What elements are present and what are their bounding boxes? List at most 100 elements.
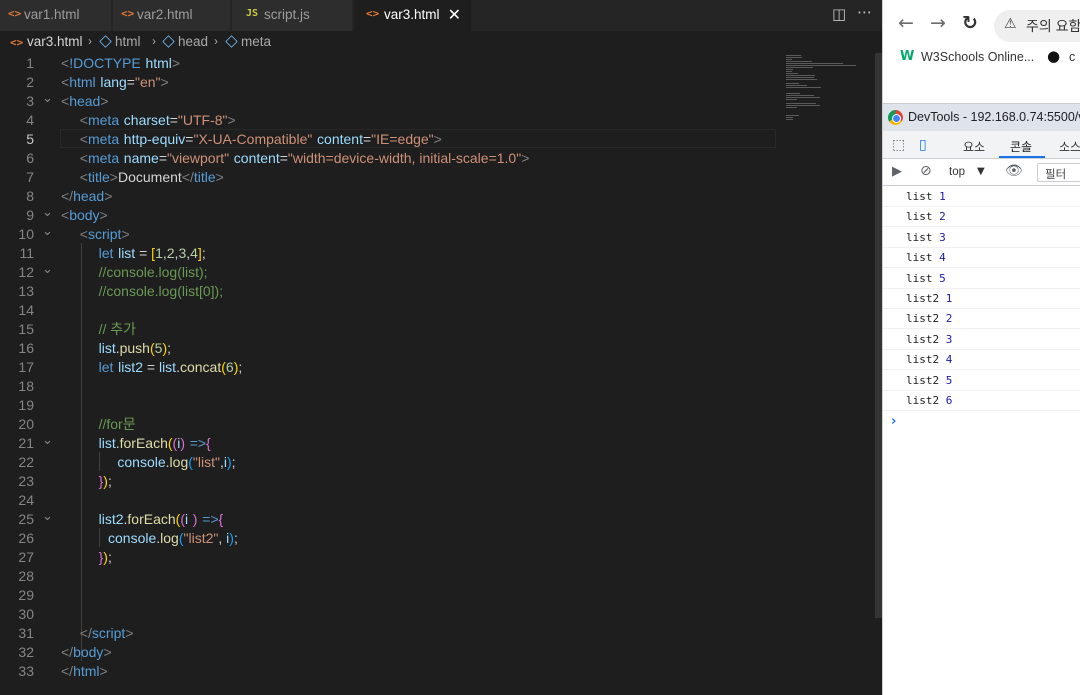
tab-console[interactable]: 콘솔 — [1010, 138, 1032, 155]
code-line[interactable]: 13 //console.log(list[0]); — [0, 282, 782, 301]
code-line[interactable]: 26 console.log("list2", i); — [0, 529, 782, 548]
eye-icon[interactable]: 👁 — [1005, 163, 1023, 179]
code-line[interactable]: 32 </body> — [0, 643, 782, 662]
code-line[interactable]: 4 <meta charset="UTF-8"> — [0, 111, 782, 130]
line-number: 5 — [26, 131, 34, 147]
editor-tab-bar: <> var1.html <> var2.html JS script.js <… — [0, 0, 882, 31]
breadcrumb-meta[interactable]: meta — [225, 34, 271, 49]
code-text: <!DOCTYPE html> — [61, 55, 181, 71]
minimap-line — [786, 75, 815, 76]
code-line[interactable]: 23}); — [0, 472, 782, 491]
minimap-line — [786, 67, 813, 68]
code-line[interactable]: 6 <meta name="viewport" content="width=devi… — [0, 149, 782, 168]
tab-var3-html[interactable]: <> var3.html ✕ — [354, 0, 472, 31]
devtools-panel: DevTools - 192.168.0.74:5500/va ⬚ ▯ 요소 콘… — [883, 103, 1080, 695]
line-number: 33 — [18, 663, 34, 679]
code-line[interactable]: 29 — [0, 586, 782, 605]
forward-arrow-icon[interactable]: → — [930, 12, 946, 34]
code-line[interactable]: 30 — [0, 605, 782, 624]
fold-chevron-icon[interactable]: ⌄ — [42, 221, 53, 240]
code-line[interactable]: 17 let list2 = list.concat(6); — [0, 358, 782, 377]
minimap-line — [786, 99, 797, 100]
code-line[interactable]: 11 let list = [1,2,3,4]; — [0, 244, 782, 263]
console-message: list 5 — [883, 269, 1080, 289]
minimap[interactable] — [782, 53, 877, 695]
html-file-icon: <> — [366, 7, 380, 20]
minimap-line — [786, 55, 801, 56]
breadcrumb-head[interactable]: head — [162, 34, 208, 49]
minimap-line — [786, 79, 817, 80]
code-area[interactable]: 1 <!DOCTYPE html> 2 <html lang="en"> 3 ⌄ <head> 4… — [0, 53, 782, 695]
code-line[interactable]: 24 — [0, 491, 782, 510]
code-line[interactable]: 1 <!DOCTYPE html> — [0, 54, 782, 73]
fold-chevron-icon[interactable]: ⌄ — [42, 202, 53, 221]
split-editor-icon[interactable]: ◫ — [832, 5, 846, 23]
breadcrumb-file[interactable]: <> var3.html — [10, 34, 83, 49]
back-arrow-icon[interactable]: ← — [898, 12, 914, 34]
console-message: list2 4 — [883, 350, 1080, 371]
devtools-titlebar: DevTools - 192.168.0.74:5500/va — [883, 104, 1080, 131]
browser-window: ← → ↻ ⚠ 주의 요함 W W3Schools Online... ● c … — [882, 0, 1080, 695]
clear-console-icon[interactable]: ⊘ — [920, 163, 932, 179]
close-icon[interactable]: ✕ — [448, 5, 461, 24]
inspect-element-icon[interactable]: ⬚ — [892, 137, 905, 153]
console-message: list2 2 — [883, 309, 1080, 330]
console-message-text: list 1 — [906, 190, 946, 203]
line-number: 29 — [18, 587, 34, 603]
code-line[interactable]: 33 </html> — [0, 662, 782, 681]
code-line[interactable]: 7 <title>Document</title> — [0, 168, 782, 187]
code-line[interactable]: 15 // 추가 — [0, 320, 782, 339]
code-line[interactable]: 19 — [0, 396, 782, 415]
code-line[interactable]: 28 — [0, 567, 782, 586]
line-number: 4 — [26, 112, 34, 128]
address-security-text: 주의 요함 — [1026, 18, 1080, 34]
sidebar-toggle-icon[interactable]: ▶ — [892, 164, 902, 179]
code-line[interactable]: 21 ⌄ list.forEach((i) =>{ — [0, 432, 782, 453]
code-line[interactable]: 18 — [0, 377, 782, 396]
code-line[interactable]: 10 ⌄ <script> — [0, 223, 782, 244]
console-message: list2 1 — [883, 289, 1080, 309]
code-line[interactable]: 25 ⌄ list2.forEach((i) =>{ — [0, 508, 782, 529]
code-line[interactable]: 3 ⌄ <head> — [0, 90, 782, 111]
fold-chevron-icon[interactable]: ⌄ — [42, 259, 53, 278]
breadcrumb-html[interactable]: html — [99, 34, 141, 49]
device-toolbar-icon[interactable]: ▯ — [919, 137, 927, 153]
symbol-element-icon — [225, 35, 238, 48]
tab-elements[interactable]: 요소 — [963, 138, 985, 155]
code-line[interactable]: 2 <html lang="en"> — [0, 73, 782, 92]
tab-sources[interactable]: 소스 — [1059, 138, 1080, 155]
minimap-line — [786, 59, 792, 60]
code-line[interactable]: 31 </script> — [0, 624, 782, 643]
tab-var1-html[interactable]: <> var1.html — [0, 0, 112, 31]
console-message: list 1 — [883, 187, 1080, 207]
bookmark-github[interactable]: c — [1069, 50, 1075, 64]
code-line[interactable]: 20 //for문 — [0, 415, 782, 434]
code-line[interactable]: 8 </head> — [0, 187, 782, 206]
tab-var2-html[interactable]: <> var2.html — [113, 0, 231, 31]
editor-scrollbar[interactable] — [875, 53, 882, 618]
bookmark-w3schools[interactable]: W3Schools Online... — [921, 50, 1034, 64]
symbol-element-icon — [162, 35, 175, 48]
code-line[interactable]: 16 list.push(5); — [0, 339, 782, 358]
reload-icon[interactable]: ↻ — [962, 12, 978, 34]
console-prompt-icon[interactable]: › — [891, 414, 896, 429]
tab-script-js[interactable]: JS script.js — [232, 0, 353, 31]
code-line[interactable]: 12 ⌄ //console.log(list); — [0, 261, 782, 282]
line-number: 31 — [18, 625, 34, 641]
address-bar[interactable]: ⚠ 주의 요함 — [994, 10, 1080, 42]
code-line[interactable]: 9 ⌄ <body> — [0, 204, 782, 225]
fold-chevron-icon[interactable]: ⌄ — [42, 506, 53, 525]
chrome-icon — [888, 110, 903, 125]
console-message-text: list 3 — [906, 230, 946, 244]
filter-input[interactable]: 필터 — [1037, 163, 1080, 182]
fold-chevron-icon[interactable]: ⌄ — [42, 88, 53, 107]
context-selector[interactable]: top — [949, 166, 965, 178]
more-actions-icon[interactable]: ⋯ — [857, 3, 872, 21]
code-line[interactable]: 22 console.log("list",i); — [0, 453, 782, 472]
fold-chevron-icon[interactable]: ⌄ — [42, 430, 53, 449]
minimap-line — [786, 73, 798, 74]
code-line[interactable]: 5 <meta http-equiv="X-UA-Compatible" conten… — [0, 130, 782, 149]
code-editor-window: <> var1.html <> var2.html JS script.js <… — [0, 0, 882, 695]
code-line[interactable]: 27}); — [0, 548, 782, 567]
code-line[interactable]: 14 — [0, 301, 782, 320]
